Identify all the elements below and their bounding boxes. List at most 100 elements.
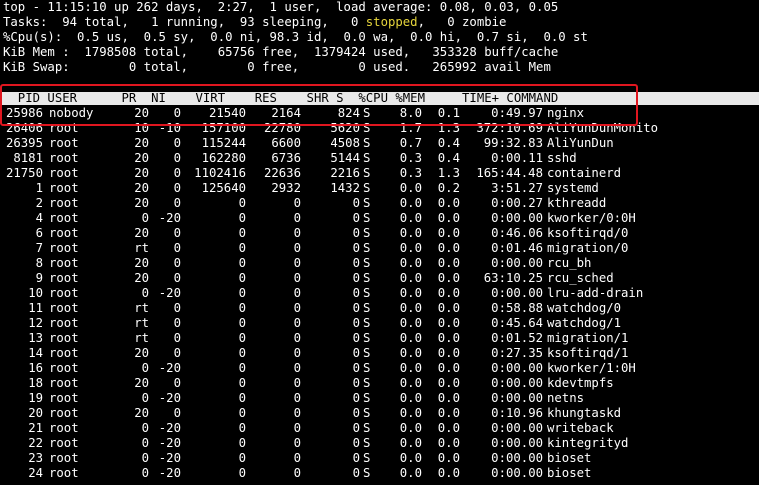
process-time: 0:00.00 bbox=[491, 256, 543, 270]
process-user: root bbox=[49, 211, 79, 225]
process-shr: 0 bbox=[352, 421, 360, 435]
process-time: 3:51.27 bbox=[491, 181, 543, 195]
swap-line: KiB Swap: 0 total, 0 free, 0 used. 26599… bbox=[3, 60, 551, 74]
process-ni: 0 bbox=[173, 226, 181, 240]
process-mem: 0.0 bbox=[437, 301, 460, 315]
process-shr: 0 bbox=[352, 346, 360, 360]
process-user: root bbox=[49, 166, 79, 180]
process-command: watchdog/1 bbox=[547, 316, 622, 330]
process-mem: 0.0 bbox=[437, 436, 460, 450]
process-user: root bbox=[49, 241, 79, 255]
process-time: 0:01.52 bbox=[491, 331, 543, 345]
process-shr: 0 bbox=[352, 376, 360, 390]
process-user: root bbox=[49, 226, 79, 240]
process-ni: 0 bbox=[173, 181, 181, 195]
process-user: root bbox=[49, 376, 79, 390]
process-state: S bbox=[363, 241, 371, 255]
process-command: kworker/0:0H bbox=[547, 211, 636, 225]
process-command: bioset bbox=[547, 466, 592, 480]
process-cpu: 0.3 bbox=[399, 151, 422, 165]
process-pid: 9 bbox=[35, 271, 43, 285]
process-mem: 0.4 bbox=[437, 136, 460, 150]
process-virt: 0 bbox=[238, 256, 246, 270]
process-pr: 0 bbox=[141, 211, 149, 225]
process-shr: 0 bbox=[352, 391, 360, 405]
process-cpu: 0.0 bbox=[399, 226, 422, 240]
process-shr: 0 bbox=[352, 271, 360, 285]
process-state: S bbox=[363, 436, 371, 450]
process-ni: 0 bbox=[173, 331, 181, 345]
process-command: khungtaskd bbox=[547, 406, 622, 420]
process-cpu: 0.0 bbox=[399, 211, 422, 225]
process-res: 0 bbox=[293, 241, 301, 255]
process-pr: 20 bbox=[134, 226, 149, 240]
process-state: S bbox=[363, 121, 371, 135]
process-shr: 0 bbox=[352, 256, 360, 270]
process-time: 0:45.64 bbox=[491, 316, 543, 330]
process-cpu: 0.0 bbox=[399, 181, 422, 195]
process-cpu: 0.3 bbox=[399, 166, 422, 180]
process-state: S bbox=[363, 286, 371, 300]
process-state: S bbox=[363, 346, 371, 360]
process-pid: 12 bbox=[28, 316, 43, 330]
process-time: 0:00.00 bbox=[491, 361, 543, 375]
process-pr: 0 bbox=[141, 436, 149, 450]
process-shr: 1432 bbox=[330, 181, 360, 195]
process-mem: 0.0 bbox=[437, 316, 460, 330]
process-pid: 25986 bbox=[5, 106, 43, 120]
process-pid: 21750 bbox=[5, 166, 43, 180]
process-cpu: 0.0 bbox=[399, 256, 422, 270]
process-command: ksoftirqd/0 bbox=[547, 226, 629, 240]
process-ni: 0 bbox=[173, 406, 181, 420]
process-virt: 0 bbox=[238, 436, 246, 450]
process-time: 0:00.00 bbox=[491, 436, 543, 450]
process-virt: 0 bbox=[238, 211, 246, 225]
process-res: 0 bbox=[293, 226, 301, 240]
process-user: root bbox=[49, 181, 79, 195]
process-time: 63:10.25 bbox=[483, 271, 543, 285]
process-shr: 0 bbox=[352, 211, 360, 225]
process-res: 0 bbox=[293, 406, 301, 420]
mem-line: KiB Mem : 1798508 total, 65756 free, 137… bbox=[3, 45, 559, 59]
process-mem: 1.3 bbox=[437, 121, 460, 135]
process-pid: 20 bbox=[28, 406, 43, 420]
process-virt: 0 bbox=[238, 196, 246, 210]
process-cpu: 0.0 bbox=[399, 406, 422, 420]
process-state: S bbox=[363, 391, 371, 405]
process-mem: 0.2 bbox=[437, 181, 460, 195]
process-ni: 0 bbox=[173, 166, 181, 180]
process-ni: -20 bbox=[158, 436, 181, 450]
process-time: 0:27.35 bbox=[491, 346, 543, 360]
process-shr: 0 bbox=[352, 361, 360, 375]
tasks-line: Tasks: 94 total, 1 running, 93 sleeping,… bbox=[3, 15, 506, 30]
process-user: root bbox=[49, 331, 79, 345]
process-shr: 0 bbox=[352, 286, 360, 300]
process-pr: 20 bbox=[134, 376, 149, 390]
process-user: root bbox=[49, 286, 79, 300]
process-user: root bbox=[49, 196, 79, 210]
process-res: 2164 bbox=[271, 106, 301, 120]
process-command: watchdog/0 bbox=[547, 301, 622, 315]
process-pid: 19 bbox=[28, 391, 43, 405]
process-state: S bbox=[363, 256, 371, 270]
process-command: bioset bbox=[547, 451, 592, 465]
process-ni: 0 bbox=[173, 301, 181, 315]
process-state: S bbox=[363, 406, 371, 420]
process-pr: rt bbox=[134, 241, 149, 255]
process-time: 0:00.00 bbox=[491, 376, 543, 390]
process-pr: rt bbox=[134, 316, 149, 330]
process-pr: 20 bbox=[134, 196, 149, 210]
process-virt: 0 bbox=[238, 421, 246, 435]
process-res: 0 bbox=[293, 451, 301, 465]
process-virt: 0 bbox=[238, 331, 246, 345]
process-pid: 14 bbox=[28, 346, 43, 360]
process-pid: 2 bbox=[35, 196, 43, 210]
process-time: 372:10.69 bbox=[476, 121, 543, 135]
process-pid: 4 bbox=[35, 211, 43, 225]
process-state: S bbox=[363, 301, 371, 315]
process-command: writeback bbox=[547, 421, 614, 435]
process-shr: 0 bbox=[352, 301, 360, 315]
tasks-stopped-label: stopped bbox=[365, 15, 418, 29]
process-cpu: 0.0 bbox=[399, 421, 422, 435]
process-res: 22780 bbox=[263, 121, 301, 135]
